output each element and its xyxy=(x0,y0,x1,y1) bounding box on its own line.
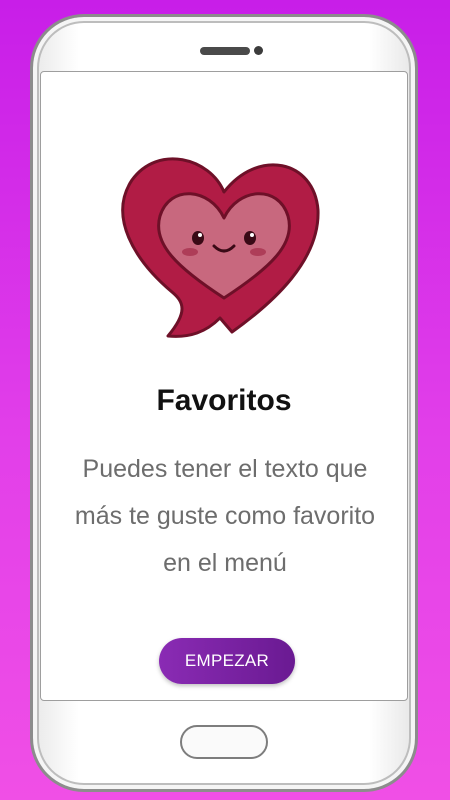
heart-illustration xyxy=(114,132,334,352)
kawaii-heart-icon xyxy=(121,157,320,338)
onboarding-description: Puedes tener el texto que más te guste c… xyxy=(74,455,376,577)
page-title: Favoritos xyxy=(156,384,292,417)
home-button[interactable] xyxy=(180,725,268,759)
phone-camera xyxy=(254,46,263,55)
start-button[interactable]: EMPEZAR xyxy=(159,638,295,684)
phone-speaker xyxy=(200,47,250,55)
phone-frame: Favoritos Puedes tener el texto que más … xyxy=(30,14,418,792)
app-screen: Favoritos Puedes tener el texto que más … xyxy=(40,71,408,701)
